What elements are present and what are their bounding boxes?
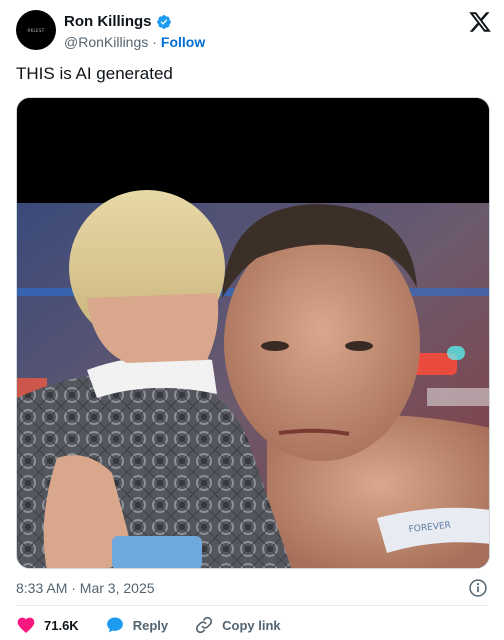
author-name-row: Ron Killings [64,13,172,30]
like-count: 71.6K [44,617,79,633]
author-display-name[interactable]: Ron Killings [64,13,152,30]
author-handle[interactable]: @RonKillings [64,34,148,50]
author-handle-row: @RonKillings · Follow [64,34,205,50]
link-icon [196,616,213,634]
x-logo-icon[interactable] [468,10,492,34]
tweet-text: THIS is AI generated [16,64,173,83]
copy-link-button[interactable]: Copy link [194,615,281,635]
reply-label: Reply [132,617,169,633]
tweet-card: RKLEST Ron Killings @RonKillings · Follo… [0,0,504,640]
verified-badge-icon [156,14,171,29]
reply-button[interactable]: Reply [105,615,168,635]
speech-bubble-icon [106,617,123,633]
like-button[interactable]: 71.6K [16,615,79,635]
tweet-timestamp[interactable]: 8:33 AM · Mar 3, 2025 [16,580,155,596]
follow-button[interactable]: Follow [161,34,205,50]
tweet-header: RKLEST Ron Killings @RonKillings · Follo… [16,10,492,54]
info-icon[interactable] [468,578,488,598]
avatar-text: RKLEST [27,27,45,33]
media-photo: FOREVER [17,98,489,568]
avatar[interactable]: RKLEST [16,10,56,50]
heart-icon [17,617,35,633]
copy-link-label: Copy link [222,617,281,633]
tweet-actions: 71.6K Reply Copy link [16,613,307,637]
divider [16,605,488,606]
tweet-media[interactable]: FOREVER [16,97,490,569]
separator-dot: · [152,34,157,50]
